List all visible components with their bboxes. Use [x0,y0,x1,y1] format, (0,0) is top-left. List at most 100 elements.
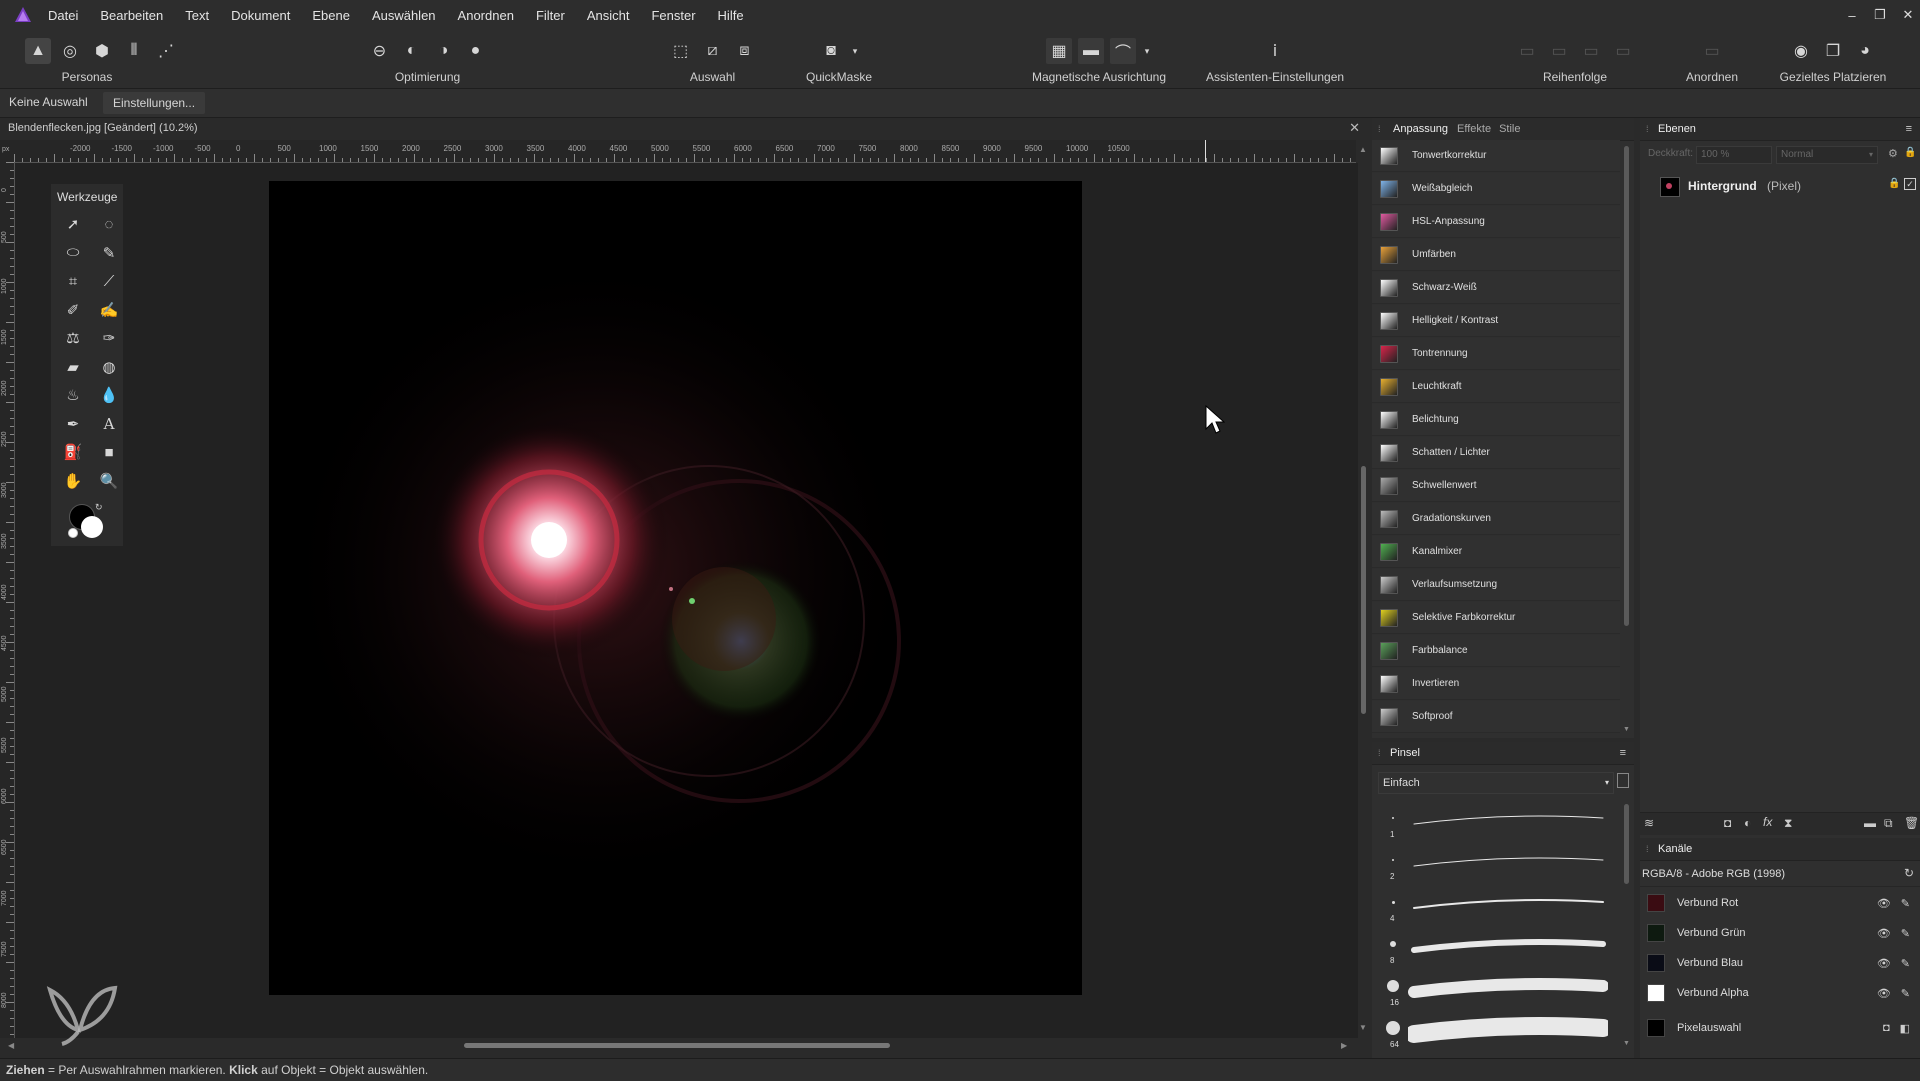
channel-row[interactable]: Verbund Alpha 👁 ✎ [1640,978,1920,1008]
adjustment-item[interactable]: Tonwertkorrektur [1372,140,1620,172]
liquify-persona-icon[interactable]: ◎ [57,38,83,64]
brush-scroll-down-icon[interactable]: ▼ [1623,1040,1630,1047]
fill-tool-icon[interactable]: ⛽ [55,438,91,467]
export-persona-icon[interactable]: ⋰ [153,38,179,64]
text-tool-icon[interactable]: A [91,410,127,439]
auto-colors-icon[interactable]: ◑ [431,38,457,64]
opacity-field[interactable]: 100 % [1696,146,1772,164]
menu-item-datei[interactable]: Datei [48,8,78,23]
channel-row[interactable]: Verbund Grün 👁 ✎ [1640,918,1920,948]
menu-item-auswählen[interactable]: Auswählen [372,8,436,23]
menu-item-dokument[interactable]: Dokument [231,8,290,23]
scroll-right-arrow-icon[interactable]: ▶ [1341,1041,1347,1050]
paint-brush-tool-icon[interactable]: ✎ [91,239,127,268]
affinity-photo-logo-icon[interactable] [14,6,32,24]
hand-tool-icon[interactable]: ✋ [55,467,91,496]
snapping-align-icon[interactable]: ▬ [1078,38,1104,64]
adjustment-item[interactable]: Helligkeit / Kontrast [1372,305,1620,337]
move-back-icon[interactable]: ▭ [1546,38,1572,64]
brush-preset[interactable]: 64 [1378,1014,1618,1056]
minimize-button[interactable]: – [1838,8,1866,23]
place-behind-icon[interactable]: ❐ [1820,38,1846,64]
snapping-grid-icon[interactable]: ▦ [1046,38,1072,64]
clone-tool-icon[interactable]: ⚖ [55,324,91,353]
color-picker-tool-icon[interactable]: ⟋ [91,267,127,296]
brush-preset[interactable]: 8 [1378,930,1618,972]
adjustment-item[interactable]: HSL-Anpassung [1372,206,1620,238]
adjustment-item[interactable]: Softproof [1372,701,1620,733]
flood-select-tool-icon[interactable]: ✐ [55,296,91,325]
assistant-icon[interactable]: ⅰ [1262,38,1288,64]
auto-contrast-icon[interactable]: ◐ [399,38,425,64]
edit-channel-icon[interactable]: ✎ [1901,987,1910,1000]
selection-brush-tool-icon[interactable]: ◌ [91,210,127,239]
menu-item-hilfe[interactable]: Hilfe [718,8,744,23]
channel-row-pixelauswahl[interactable]: Pixelauswahl ◘ ◧ [1640,1013,1920,1043]
layer-row-hintergrund[interactable]: Hintergrund (Pixel) 🔒 ✓ [1648,173,1918,199]
adjustment-item[interactable]: Invertieren [1372,668,1620,700]
pen-tool-icon[interactable]: ✒ [55,410,91,439]
deselect-icon[interactable]: ⧄ [700,38,726,64]
restore-button[interactable]: ❐ [1866,7,1894,23]
horizontal-ruler[interactable]: -2000 -1500 -1000 -500 0 500 1000 1500 2000 2500 3… [14,140,1356,163]
close-document-icon[interactable]: ✕ [1349,120,1360,136]
healing-brush-tool-icon[interactable]: ✑ [91,324,127,353]
adjustment-item[interactable]: Umfärben [1372,239,1620,271]
channel-mask-icon[interactable]: ◘ [1883,1022,1890,1034]
dodge-tool-icon[interactable]: ◍ [91,353,127,382]
vertical-ruler[interactable]: 0 500 1000 1500 2000 2500 3000 3500 4000 4500 5000… [0,162,15,1038]
brush-preset[interactable]: 16 [1378,972,1618,1014]
adjustment-item[interactable]: Selektive Farbkorrektur [1372,602,1620,634]
edit-channel-icon[interactable]: ✎ [1901,927,1910,940]
adjustment-item[interactable]: Weißabgleich [1372,173,1620,205]
lock-icon[interactable]: 🔒 [1904,147,1916,158]
tone-mapping-persona-icon[interactable]: ⫴ [121,38,147,64]
adjustment-item[interactable]: Leuchtkraft [1372,371,1620,403]
chevron-down-icon[interactable]: ▾ [850,38,860,64]
adjustments-scrollbar[interactable] [1624,146,1629,626]
adj-scroll-down-icon[interactable]: ▼ [1623,726,1630,733]
menu-item-ansicht[interactable]: Ansicht [587,8,630,23]
eye-icon[interactable]: 👁 [1877,927,1891,940]
develop-persona-icon[interactable]: ⬢ [89,38,115,64]
reset-colors-icon[interactable] [68,528,78,538]
place-front-icon[interactable]: ◕ [1852,38,1878,64]
scroll-up-arrow-icon[interactable]: ▲ [1359,145,1367,154]
mask-layer-icon[interactable]: ◘ [1724,816,1731,830]
photo-persona-icon[interactable]: ▲ [25,38,51,64]
live-filter-icon[interactable]: ⧗ [1784,816,1792,831]
brush-preset[interactable]: 1 [1378,804,1618,846]
blend-mode-select[interactable]: Normal ▾ [1776,146,1878,164]
tab-ebenen[interactable]: Ebenen [1658,123,1696,135]
layers-stack-icon[interactable]: ≋ [1644,816,1654,830]
adjustment-item[interactable]: Belichtung [1372,404,1620,436]
auto-white-balance-icon[interactable]: ● [463,38,489,64]
menu-item-ebene[interactable]: Ebene [312,8,350,23]
move-tool-icon[interactable]: ➚ [55,210,91,239]
layer-lock-icon[interactable]: 🔒 [1888,178,1900,189]
menu-item-fenster[interactable]: Fenster [651,8,695,23]
adjustment-item[interactable]: Schwellenwert [1372,470,1620,502]
freehand-selection-tool-icon[interactable]: ⬭ [55,239,91,268]
gear-icon[interactable]: ⚙ [1888,147,1898,160]
move-forward-icon[interactable]: ▭ [1578,38,1604,64]
brush-preset[interactable]: 4 [1378,888,1618,930]
move-to-front-icon[interactable]: ▭ [1610,38,1636,64]
brush-options-icon[interactable] [1617,773,1629,788]
smudge-tool-icon[interactable]: ✍ [91,296,127,325]
brush-preset[interactable]: 2 [1378,846,1618,888]
zoom-tool-icon[interactable]: 🔍 [91,467,127,496]
move-to-back-icon[interactable]: ▭ [1514,38,1540,64]
place-inside-icon[interactable]: ◉ [1788,38,1814,64]
auto-levels-icon[interactable]: ⊖ [367,38,393,64]
panel-menu-icon[interactable]: ≡ [1906,123,1912,135]
channel-load-icon[interactable]: ◧ [1900,1022,1910,1035]
channel-row[interactable]: Verbund Blau 👁 ✎ [1640,948,1920,978]
scroll-down-arrow-icon[interactable]: ▼ [1359,1023,1367,1032]
tab-pinsel[interactable]: Pinsel [1390,747,1420,759]
tab-kanaele[interactable]: Kanäle [1658,843,1692,855]
sharpen-tool-icon[interactable]: 💧 [91,381,127,410]
new-layer-icon[interactable]: ⧉ [1884,816,1893,831]
channel-row[interactable]: Verbund Rot 👁 ✎ [1640,888,1920,918]
eye-icon[interactable]: 👁 [1877,987,1891,1000]
